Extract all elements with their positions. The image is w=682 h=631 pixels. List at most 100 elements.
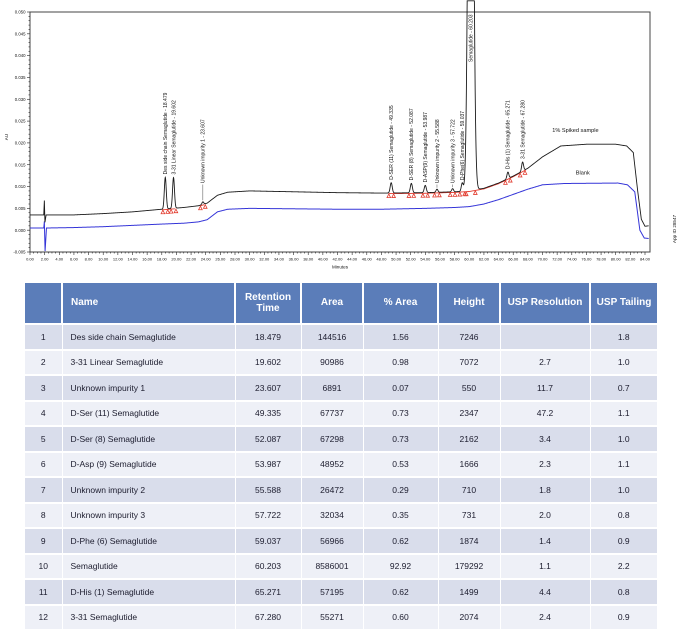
y-tick-label: 0.000 [15,228,26,233]
peak-label: 3-31 Semaglutide - 67.280 [520,100,526,159]
table-cell: 0.9 [590,605,657,631]
table-cell: 1.8 [590,324,657,350]
table-row: 1Des side chain Semaglutide18.4791445161… [25,324,657,350]
table-cell: 2.7 [500,350,590,376]
x-tick-label: 26.00 [215,257,226,262]
y-tick-label: 0.030 [15,97,26,102]
integration-marker [458,192,462,196]
row-index-cell: 4 [25,401,62,427]
y-tick-label: 0.045 [15,31,26,36]
peak-label: D-ASP(9) Semaglutide - 53.987 [423,112,429,183]
table-cell: 1499 [438,579,500,605]
header-area: Area [301,283,363,324]
table-cell: 0.62 [363,528,438,554]
table-cell: 56966 [301,528,363,554]
integration-marker [174,209,178,213]
x-tick-label: 38.00 [303,257,314,262]
x-tick-label: 72.00 [552,257,563,262]
table-cell: D-Ser (8) Semaglutide [62,426,235,452]
table-row: 9D-Phe (6) Semaglutide59.037569660.62187… [25,528,657,554]
table-cell: 0.98 [363,350,438,376]
table-cell: 1.56 [363,324,438,350]
x-tick-label: 62.00 [479,257,490,262]
integration-marker [387,194,391,198]
table-row: 7Unknown impurity 255.588264720.297101.8… [25,477,657,503]
x-tick-label: 2.00 [41,257,50,262]
table-cell: 67298 [301,426,363,452]
y-tick-label: 0.005 [15,206,26,211]
blank-trace [30,183,649,251]
table-cell: 23.607 [235,375,301,401]
x-tick-label: 50.00 [391,257,402,262]
table-cell: 0.29 [363,477,438,503]
x-tick-label: 28.00 [230,257,241,262]
header-name: Name [62,283,235,324]
table-cell: 65.271 [235,579,301,605]
table-cell: 1.0 [590,350,657,376]
y-axis-title: AU [4,134,9,140]
table-cell: 0.8 [590,579,657,605]
y-tick-label: -0.005 [13,250,26,255]
table-cell: 710 [438,477,500,503]
x-tick-label: 64.00 [494,257,505,262]
table-cell: 18.479 [235,324,301,350]
x-tick-label: 0.00 [26,257,35,262]
x-tick-label: 48.00 [376,257,387,262]
row-index-cell: 11 [25,579,62,605]
x-axis-title: Minutes [332,265,349,270]
table-cell: D-Asp (9) Semaglutide [62,452,235,478]
x-tick-label: 46.00 [362,257,373,262]
table-cell: 3-31 Linear Semaglutide [62,350,235,376]
table-cell: 2074 [438,605,500,631]
table-row: 6D-Asp (9) Semaglutide53.987489520.53166… [25,452,657,478]
table-cell: 0.35 [363,503,438,529]
header-usp-resolution: USP Resolution [500,283,590,324]
table-row: 10Semaglutide60.203858600192.921792921.1… [25,554,657,580]
table-cell: 60.203 [235,554,301,580]
header-pct-area: % Area [363,283,438,324]
table-cell: 0.73 [363,426,438,452]
table-cell: D-Phe (6) Semaglutide [62,528,235,554]
x-tick-label: 30.00 [245,257,256,262]
table-cell: 0.53 [363,452,438,478]
table-cell: 2.3 [500,452,590,478]
table-row: 5D-Ser (8) Semaglutide52.087672980.73216… [25,426,657,452]
table-cell: 2.0 [500,503,590,529]
table-cell: 2.2 [590,554,657,580]
table-row: 8Unknown impurity 357.722320340.357312.0… [25,503,657,529]
x-tick-label: 78.00 [596,257,607,262]
integration-marker [199,206,203,210]
chromatogram-panel: -0.0050.0000.0050.0100.0150.0200.0250.03… [0,0,682,281]
x-tick-label: 14.00 [127,257,138,262]
peak-label: Semaglutide - 60.203 [469,14,475,62]
table-cell: 1.0 [590,477,657,503]
table-cell: 90986 [301,350,363,376]
table-cell: 2162 [438,426,500,452]
integration-marker [203,205,207,209]
table-cell: 1666 [438,452,500,478]
x-tick-label: 10.00 [98,257,109,262]
sample-trace-label: 1% Spiked sample [552,128,598,134]
row-index-cell: 2 [25,350,62,376]
x-tick-label: 44.00 [347,257,358,262]
x-tick-label: 34.00 [274,257,285,262]
x-tick-label: 76.00 [581,257,592,262]
x-tick-label: 36.00 [289,257,300,262]
y-tick-label: 0.010 [15,184,26,189]
x-tick-label: 42.00 [332,257,343,262]
table-cell: 3-31 Semaglutide [62,605,235,631]
peak-label: Unknown impurity 1 - 23.607 [201,119,207,183]
row-index-cell: 6 [25,452,62,478]
x-tick-label: 12.00 [113,257,124,262]
x-tick-label: 6.00 [70,257,79,262]
x-tick-label: 8.00 [85,257,94,262]
table-cell: 0.62 [363,579,438,605]
y-tick-label: 0.025 [15,119,26,124]
chromatogram-chart: -0.0050.0000.0050.0100.0150.0200.0250.03… [0,0,682,281]
table-cell: 53.987 [235,452,301,478]
x-tick-label: 80.00 [611,257,622,262]
sample-trace [30,1,649,226]
table-cell: 7246 [438,324,500,350]
table-cell [500,324,590,350]
integration-marker [426,194,430,198]
